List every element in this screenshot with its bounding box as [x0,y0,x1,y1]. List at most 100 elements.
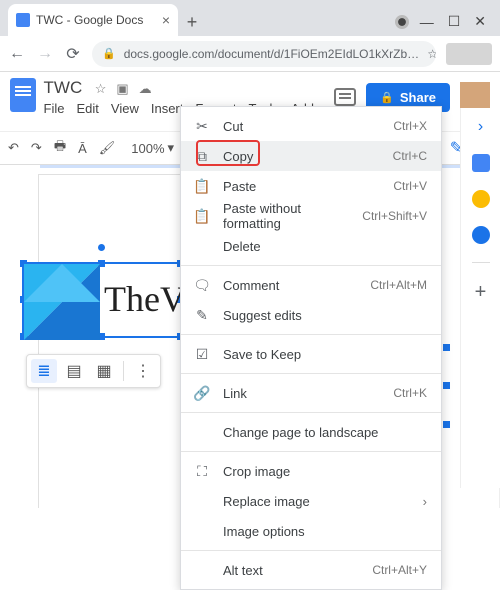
recording-indicator-icon [398,18,406,26]
ctx-label: Link [223,386,381,401]
ctx-icon: ⧉ [193,148,211,165]
keep-icon[interactable] [472,190,490,208]
ctx-label: Suggest edits [223,308,415,323]
star-doc-icon[interactable]: ☆ [95,81,107,97]
addons-plus-icon[interactable]: + [475,281,487,304]
side-collapse-icon[interactable]: › [478,118,483,136]
context-menu: ✂ Cut Ctrl+X ⧉ Copy Ctrl+C 📋 Paste Ctrl+V 📋 Paste … [180,106,442,590]
chevron-down-icon: ▾ [168,140,175,156]
ctx-label: Alt text [223,563,360,578]
ctx-shortcut: Ctrl+Alt+Y [372,563,427,577]
ctx-comment[interactable]: 🗨 Comment Ctrl+Alt+M [181,270,441,300]
new-tab-button[interactable]: + [178,8,206,36]
ctx-icon: ✎ [193,307,211,324]
ctx-label: Delete [223,239,415,254]
image-text: TheV [104,278,186,320]
ctx-icon: ✂ [193,118,211,135]
ctx-shortcut: Ctrl+V [393,179,427,193]
ctx-shortcut: Ctrl+C [393,149,427,163]
ctx-cut[interactable]: ✂ Cut Ctrl+X [181,111,441,141]
menu-view[interactable]: View [111,101,139,131]
tasks-icon[interactable] [472,226,490,244]
menu-file[interactable]: File [44,101,65,131]
ctx-icon: ☑ [193,346,211,363]
window-controls: — ☐ ✕ [398,13,500,36]
minimize-icon[interactable]: — [420,14,434,30]
ctx-label: Comment [223,278,358,293]
print-icon[interactable]: 🖶 [54,137,66,159]
ctx-shortcut: Ctrl+Alt+M [370,278,427,292]
maximize-icon[interactable]: ☐ [448,13,461,30]
close-tab-icon[interactable]: × [162,12,170,28]
ctx-delete[interactable]: Delete [181,231,441,261]
browser-profile[interactable] [446,43,492,65]
move-doc-icon[interactable]: ▣ [116,81,128,97]
selection-edge [445,348,451,424]
zoom-select[interactable]: 100%▾ [131,140,174,156]
undo-icon[interactable]: ↶ [8,140,19,156]
ctx-paste[interactable]: 📋 Paste Ctrl+V [181,171,441,201]
back-icon[interactable]: ← [8,45,26,63]
selected-image[interactable]: TheV [22,262,182,338]
address-bar-row: ← → ⟳ 🔒 docs.google.com/document/d/1FiOE… [0,36,500,72]
url-text: docs.google.com/document/d/1FiOEm2EIdLO1… [124,47,419,61]
ctx-alt-text[interactable]: Alt text Ctrl+Alt+Y [181,555,441,585]
image-layout-toolbar: ≣ ▤ ▦ ⋮ [26,354,161,388]
forward-icon: → [36,45,54,63]
ctx-label: Replace image [223,494,393,509]
ctx-label: Image options [223,524,415,539]
calendar-icon[interactable] [472,154,490,172]
wrap-text-button[interactable]: ▤ [61,359,87,383]
ctx-image-options[interactable]: Image options [181,516,441,546]
rotate-handle[interactable] [98,244,105,251]
ctx-shortcut: Ctrl+K [393,386,427,400]
more-options-icon[interactable]: ⋮ [130,359,156,383]
close-window-icon[interactable]: ✕ [474,13,486,30]
paint-format-icon[interactable]: 🖌 [99,140,116,156]
docs-favicon [16,13,30,27]
bookmark-star-icon[interactable]: ☆ [427,47,436,61]
ctx-change-page-to-landscape[interactable]: Change page to landscape [181,417,441,447]
ctx-label: Paste [223,179,381,194]
menu-insert[interactable]: Insert [151,101,184,131]
lock-icon: 🔒 [102,47,116,60]
browser-tabstrip: TWC - Google Docs × + — ☐ ✕ [0,0,500,36]
break-text-button[interactable]: ▦ [91,359,117,383]
spellcheck-icon[interactable]: Ā [78,141,87,156]
ctx-suggest-edits[interactable]: ✎ Suggest edits [181,300,441,330]
ctx-link[interactable]: 🔗 Link Ctrl+K [181,378,441,408]
tab-title: TWC - Google Docs [36,13,143,27]
cloud-status-icon[interactable]: ☁ [139,81,152,97]
redo-icon[interactable]: ↷ [31,140,42,156]
ctx-paste-without-formatting[interactable]: 📋 Paste without formatting Ctrl+Shift+V [181,201,441,231]
omnibox[interactable]: 🔒 docs.google.com/document/d/1FiOEm2EIdL… [92,41,436,67]
ctx-icon: 📋 [193,208,211,225]
ctx-label: Cut [223,119,381,134]
browser-tab[interactable]: TWC - Google Docs × [8,4,178,36]
inline-wrap-button[interactable]: ≣ [31,359,57,383]
ctx-save-to-keep[interactable]: ☑ Save to Keep [181,339,441,369]
ctx-label: Save to Keep [223,347,415,362]
menu-edit[interactable]: Edit [77,101,99,131]
ctx-replace-image[interactable]: Replace image [181,486,441,516]
ctx-icon: ⛶ [193,463,211,480]
ctx-icon: 🔗 [193,385,211,402]
ctx-copy[interactable]: ⧉ Copy Ctrl+C [181,141,441,171]
doc-title[interactable]: TWC [44,78,83,97]
ctx-shortcut: Ctrl+X [393,119,427,133]
docs-logo-icon[interactable] [10,78,36,112]
side-panel: › + [460,108,500,488]
share-label: Share [400,90,436,105]
ctx-label: Copy [223,149,381,164]
ctx-label: Change page to landscape [223,425,415,440]
comments-icon[interactable] [334,88,356,106]
ctx-icon: 📋 [193,178,211,195]
ctx-label: Paste without formatting [223,201,350,231]
reload-icon[interactable]: ⟳ [64,44,82,64]
ctx-shortcut: Ctrl+Shift+V [362,209,427,223]
ctx-crop-image[interactable]: ⛶ Crop image [181,456,441,486]
image-graphic [24,264,100,340]
ctx-icon: 🗨 [193,277,211,294]
ctx-label: Crop image [223,464,415,479]
lock-share-icon: 🔒 [380,91,394,104]
